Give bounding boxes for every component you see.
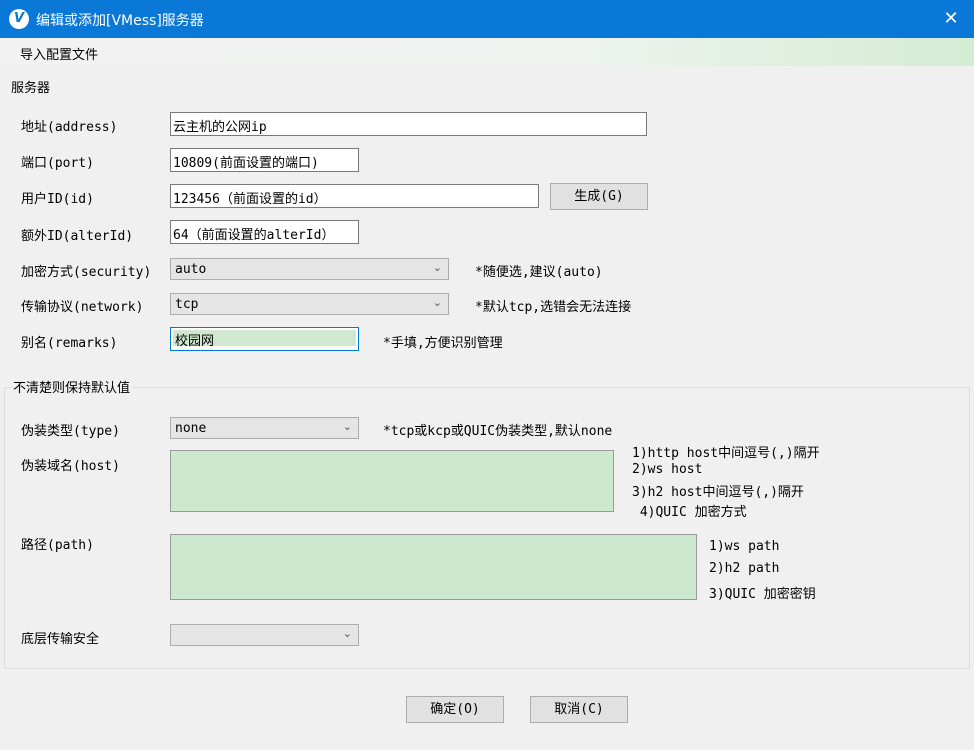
path-hint-1: 1)ws path (709, 539, 780, 554)
host-hint-4: 4)QUIC 加密方式 (632, 504, 747, 520)
type-select[interactable]: none ⌄ (170, 417, 359, 439)
network-hint: *默认tcp,选错会无法连接 (475, 300, 632, 315)
alter-id-value: 64（前面设置的alterId） (173, 228, 335, 243)
port-input[interactable]: 10809(前面设置的端口) (170, 148, 359, 172)
address-value: 云主机的公网ip (173, 120, 267, 135)
alter-id-input[interactable]: 64（前面设置的alterId） (170, 220, 359, 244)
type-hint: *tcp或kcp或QUIC伪装类型,默认none (383, 424, 613, 439)
window-title: 编辑或添加[VMess]服务器 (36, 13, 204, 29)
alter-id-label: 额外ID(alterId) (21, 229, 134, 244)
path-hints: 1)ws path 2)h2 path 3)QUIC 加密密钥 (709, 539, 816, 605)
type-label: 伪装类型(type) (21, 424, 120, 439)
host-hint-2: 2)ws host (632, 461, 703, 477)
port-value: 10809(前面设置的端口) (173, 156, 319, 171)
tls-select[interactable]: ⌄ (170, 624, 359, 646)
host-hint-1: 1)http host中间逗号(,)隔开 (632, 446, 820, 461)
host-hint-3: 3)h2 host中间逗号(,)隔开 (632, 485, 804, 500)
chevron-down-icon: ⌄ (432, 296, 442, 309)
address-input[interactable]: 云主机的公网ip (170, 112, 647, 136)
security-label: 加密方式(security) (21, 265, 152, 280)
security-hint: *随便选,建议(auto) (475, 265, 603, 280)
chevron-down-icon: ⌄ (342, 627, 352, 640)
security-select[interactable]: auto ⌄ (170, 258, 449, 280)
path-label: 路径(path) (21, 538, 94, 553)
id-input[interactable]: 123456（前面设置的id） (170, 184, 539, 208)
chevron-down-icon: ⌄ (342, 420, 352, 433)
id-label: 用户ID(id) (21, 192, 94, 207)
remarks-input[interactable]: 校园网 (170, 327, 359, 351)
generate-id-button[interactable]: 生成(G) (550, 183, 648, 210)
server-group-label: 服务器 (11, 77, 53, 96)
chevron-down-icon: ⌄ (432, 261, 442, 274)
menu-bar: 导入配置文件 (0, 38, 974, 66)
path-hint-2: 2)h2 path (709, 561, 780, 576)
path-textarea[interactable] (170, 534, 697, 600)
dialog-body: 服务器 地址(address) 云主机的公网ip 端口(port) 10809(… (0, 66, 974, 750)
close-icon[interactable]: ✕ (928, 0, 974, 38)
host-textarea[interactable] (170, 450, 614, 512)
host-label: 伪装域名(host) (21, 459, 120, 474)
title-bar: V 编辑或添加[VMess]服务器 ✕ (0, 0, 974, 38)
security-value: auto (175, 262, 207, 277)
app-logo-icon: V (9, 9, 29, 29)
network-select[interactable]: tcp ⌄ (170, 293, 449, 315)
network-label: 传输协议(network) (21, 300, 144, 315)
cancel-button[interactable]: 取消(C) (530, 696, 628, 723)
remarks-label: 别名(remarks) (21, 336, 118, 351)
address-label: 地址(address) (21, 120, 118, 135)
port-label: 端口(port) (21, 156, 94, 171)
network-value: tcp (175, 297, 199, 312)
host-hints: 1)http host中间逗号(,)隔开 2)ws host 3)h2 host… (632, 442, 820, 520)
path-hint-3: 3)QUIC 加密密钥 (709, 587, 816, 602)
remarks-hint: *手填,方便识别管理 (383, 336, 503, 351)
id-value: 123456（前面设置的id） (173, 192, 327, 207)
type-value: none (175, 421, 207, 436)
advanced-group-label: 不清楚则保持默认值 (13, 377, 133, 396)
menu-import-config[interactable]: 导入配置文件 (20, 44, 98, 63)
ok-button[interactable]: 确定(O) (406, 696, 504, 723)
remarks-value: 校园网 (173, 330, 356, 349)
tls-label: 底层传输安全 (21, 632, 100, 647)
